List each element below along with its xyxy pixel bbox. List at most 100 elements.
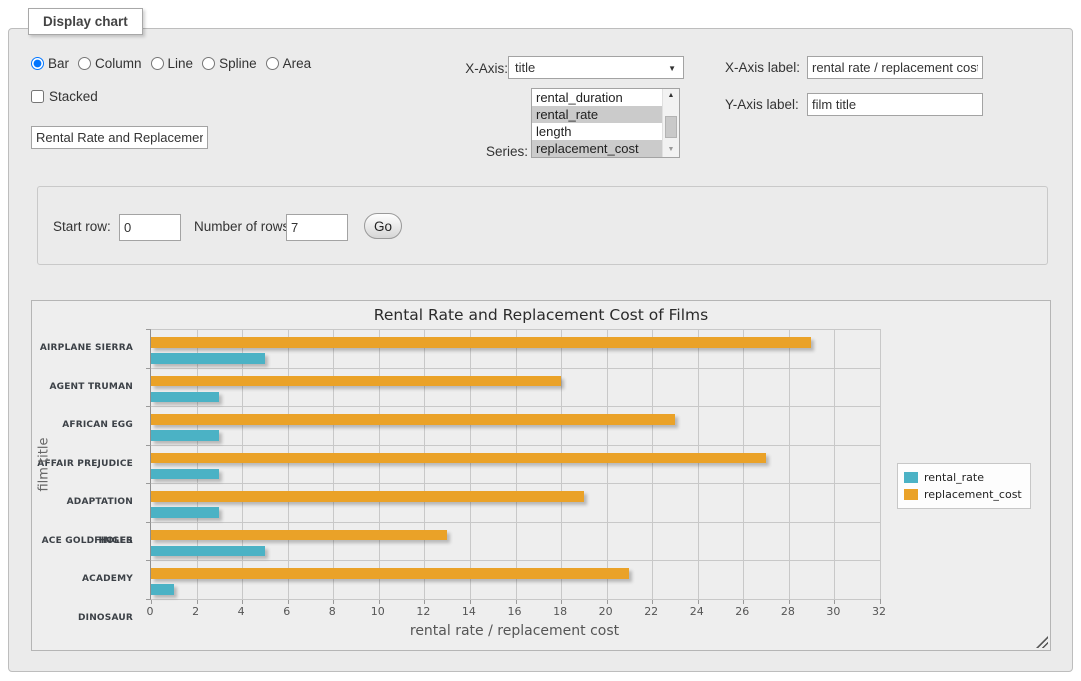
scroll-down-icon[interactable]: ▼ <box>663 143 679 157</box>
gridline-vertical <box>880 329 881 599</box>
gridline-vertical <box>561 329 562 599</box>
x-axis-select-label: X-Axis: <box>462 61 508 76</box>
x-tick-label: 0 <box>132 605 168 618</box>
bar-rental_rate <box>151 546 265 557</box>
radio-label: Area <box>283 56 312 71</box>
legend-swatch-rental_rate <box>904 472 918 483</box>
series-listbox-label: Series: <box>462 144 528 159</box>
row-range-panel: Start row: Number of rows: Go <box>37 186 1048 265</box>
bar-rental_rate <box>151 507 219 518</box>
bar-rental_rate <box>151 353 265 364</box>
chart-panel: Rental Rate and Replacement Cost of Film… <box>31 300 1051 651</box>
y-axis-label-label: Y-Axis label: <box>725 97 799 112</box>
start-row-label: Start row: <box>53 219 111 234</box>
x-axis-select[interactable]: title ▼ <box>508 56 684 79</box>
series-option-length[interactable]: length <box>532 123 662 140</box>
resize-handle-icon[interactable] <box>1036 636 1048 648</box>
chart-type-radio-line[interactable]: Line <box>151 56 194 71</box>
gridline-vertical <box>516 329 517 599</box>
x-axis-label-input[interactable] <box>807 56 983 79</box>
gridline-horizontal <box>151 560 880 561</box>
bar-replacement_cost <box>151 337 811 348</box>
gridline-horizontal <box>151 329 880 330</box>
legend-swatch-replacement_cost <box>904 489 918 500</box>
y-tick-mark <box>146 560 151 561</box>
y-tick-mark <box>146 368 151 369</box>
bar-rental_rate <box>151 392 219 403</box>
panel-legend-tab: Display chart <box>28 8 143 35</box>
bar-rental_rate <box>151 469 219 480</box>
x-tick-label: 10 <box>360 605 396 618</box>
x-tick-label: 32 <box>861 605 897 618</box>
x-tick-label: 6 <box>269 605 305 618</box>
gridline-horizontal <box>151 445 880 446</box>
legend-label: rental_rate <box>924 471 984 484</box>
chart-xaxis-title: rental rate / replacement cost <box>150 623 879 639</box>
x-tick-label: 28 <box>770 605 806 618</box>
stacked-checkbox-row[interactable]: Stacked <box>31 89 98 104</box>
chart-type-radio-column[interactable]: Column <box>78 56 142 71</box>
scrollbar-thumb[interactable] <box>665 116 677 138</box>
radio-area[interactable] <box>266 57 279 70</box>
y-tick-mark <box>146 522 151 523</box>
legend-row: rental_rate <box>904 469 1022 486</box>
series-listbox-scrollbar[interactable]: ▲ ▼ <box>662 89 679 157</box>
stacked-checkbox[interactable] <box>31 90 44 103</box>
num-rows-input[interactable] <box>286 214 348 241</box>
chart-legend: rental_rate replacement_cost <box>897 463 1031 509</box>
chart-type-radio-group: Bar Column Line Spline Area <box>31 56 311 71</box>
x-tick-mark <box>880 599 881 604</box>
series-option-rental_rate[interactable]: rental_rate <box>532 106 662 123</box>
y-axis-label-input[interactable] <box>807 93 983 116</box>
radio-label: Column <box>95 56 142 71</box>
radio-column[interactable] <box>78 57 91 70</box>
chart-type-radio-spline[interactable]: Spline <box>202 56 257 71</box>
series-listbox[interactable]: rental_durationrental_ratelengthreplacem… <box>531 88 680 158</box>
gridline-vertical <box>607 329 608 599</box>
legend-label: replacement_cost <box>924 488 1022 501</box>
series-option-replacement_cost[interactable]: replacement_cost <box>532 140 662 157</box>
gridline-vertical <box>379 329 380 599</box>
gridline-vertical <box>743 329 744 599</box>
chart-type-radio-bar[interactable]: Bar <box>31 56 69 71</box>
gridline-vertical <box>698 329 699 599</box>
series-option-rental_duration[interactable]: rental_duration <box>532 89 662 106</box>
radio-bar[interactable] <box>31 57 44 70</box>
y-tick-mark <box>146 406 151 407</box>
select-dropdown-arrow-icon: ▼ <box>668 64 676 73</box>
y-tick-mark <box>146 445 151 446</box>
chart-plot-area <box>150 329 879 599</box>
x-tick-label: 24 <box>679 605 715 618</box>
category-label: AIRPLANE SIERRA <box>32 329 142 368</box>
scroll-up-icon[interactable]: ▲ <box>663 89 679 103</box>
gridline-vertical <box>834 329 835 599</box>
x-tick-label: 12 <box>405 605 441 618</box>
num-rows-label: Number of rows: <box>194 219 293 234</box>
legend-row: replacement_cost <box>904 486 1022 503</box>
start-row-input[interactable] <box>119 214 181 241</box>
radio-label: Bar <box>48 56 69 71</box>
series-options: rental_durationrental_ratelengthreplacem… <box>532 89 662 157</box>
radio-line[interactable] <box>151 57 164 70</box>
x-tick-label: 30 <box>815 605 851 618</box>
bar-replacement_cost <box>151 568 629 579</box>
bar-replacement_cost <box>151 453 766 464</box>
display-chart-screen: Display chart Bar Column Line Spline Area St… <box>0 0 1081 681</box>
x-tick-label: 16 <box>497 605 533 618</box>
gridline-vertical <box>333 329 334 599</box>
y-tick-mark <box>146 329 151 330</box>
x-tick-label: 26 <box>724 605 760 618</box>
bar-rental_rate <box>151 430 219 441</box>
gridline-vertical <box>652 329 653 599</box>
x-axis-label-label: X-Axis label: <box>725 60 800 75</box>
radio-spline[interactable] <box>202 57 215 70</box>
chart-title-input[interactable] <box>31 126 208 149</box>
go-button[interactable]: Go <box>364 213 402 239</box>
gridline-vertical <box>242 329 243 599</box>
x-tick-label: 20 <box>588 605 624 618</box>
bar-replacement_cost <box>151 491 584 502</box>
chart-type-radio-area[interactable]: Area <box>266 56 312 71</box>
gridline-horizontal <box>151 368 880 369</box>
y-tick-mark <box>146 483 151 484</box>
bar-rental_rate <box>151 584 174 595</box>
